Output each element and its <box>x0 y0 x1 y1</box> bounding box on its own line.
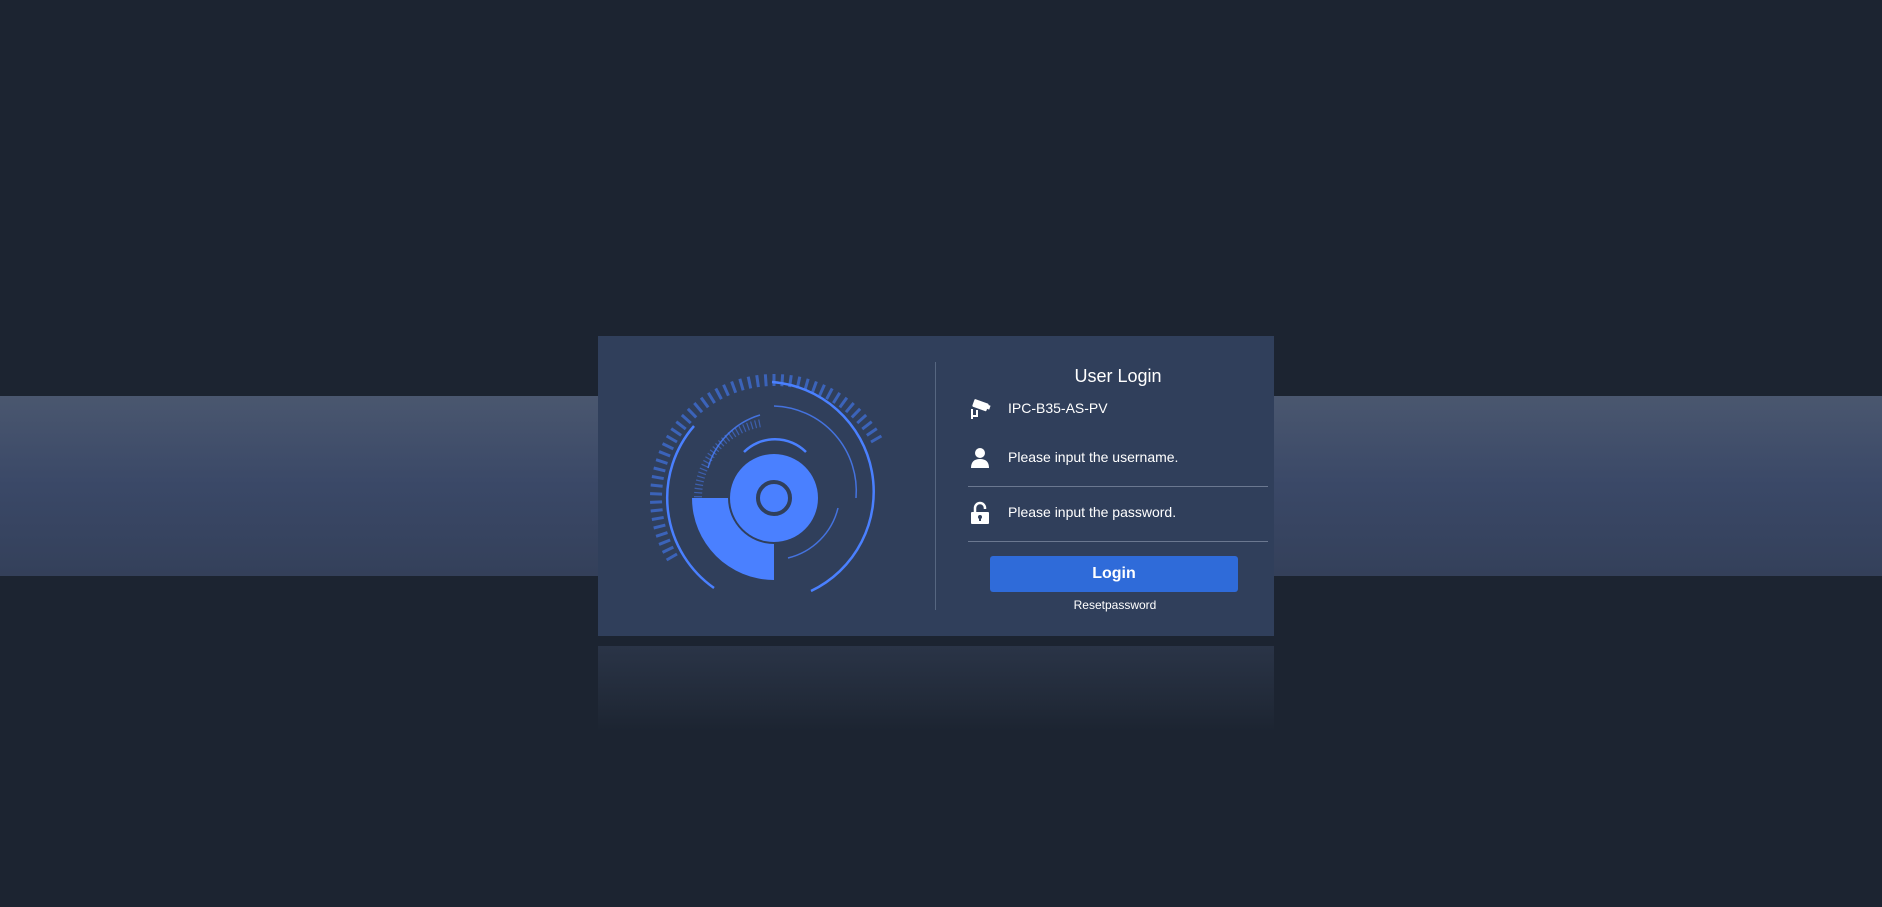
device-row: IPC-B35-AS-PV <box>968 389 1268 429</box>
dial-tick <box>870 434 883 444</box>
dial-tick <box>680 413 692 425</box>
dial-tick <box>661 442 674 451</box>
dial-tick <box>651 474 664 481</box>
dial-tick <box>714 387 723 400</box>
dial-tick <box>722 384 730 397</box>
dial-tick <box>694 491 703 494</box>
device-name: IPC-B35-AS-PV <box>1008 400 1108 416</box>
dial-tick <box>655 531 668 538</box>
dial-tick <box>730 380 738 394</box>
dial-tick <box>650 483 663 488</box>
dial-tick <box>695 483 704 487</box>
center-disc <box>730 454 818 542</box>
username-underline <box>968 486 1268 487</box>
lock-icon <box>971 501 989 524</box>
dial-tick <box>738 378 745 391</box>
brand-logo-icon <box>650 374 883 593</box>
dial-tick <box>696 475 705 479</box>
user-icon <box>971 448 989 468</box>
login-title: User Login <box>1074 366 1162 386</box>
dial-tick <box>686 407 698 419</box>
dial-tick <box>734 427 740 436</box>
vertical-divider <box>935 362 936 610</box>
dial-tick <box>699 396 710 409</box>
password-underline <box>968 541 1268 542</box>
dial-tick <box>665 552 678 562</box>
password-input[interactable]: Please input the password. <box>1008 504 1176 520</box>
inner-arc-top <box>743 438 807 453</box>
reset-password-link[interactable]: Resetpassword <box>990 598 1240 612</box>
dial-tick <box>665 434 678 444</box>
dial-tick <box>750 421 754 430</box>
dial-tick <box>658 450 671 458</box>
dial-tick <box>746 376 753 389</box>
dial-tick <box>653 523 666 530</box>
login-button[interactable]: Login <box>990 556 1238 592</box>
dial-tick <box>695 479 704 483</box>
dial-tick <box>661 545 674 554</box>
dial-tick <box>763 374 768 387</box>
login-form: User Login IPC-B35-AS-PV Please input th… <box>968 336 1268 636</box>
dial-tick <box>699 467 708 472</box>
dial-tick <box>754 420 758 429</box>
dial-tick <box>810 380 818 394</box>
dial-tick <box>675 420 687 431</box>
dial-tick <box>658 538 671 546</box>
login-card: User Login IPC-B35-AS-PV Please input th… <box>598 336 1274 636</box>
dial-tick <box>698 471 707 476</box>
dial-tick <box>653 466 666 473</box>
dial-tick <box>758 419 761 428</box>
dial-tick <box>738 425 743 434</box>
dial-tick <box>694 487 703 490</box>
dial-tick <box>655 458 668 465</box>
dial-tick <box>825 387 834 400</box>
dial-tick <box>866 427 878 437</box>
dial-tick <box>742 424 747 432</box>
dial-tick <box>731 429 737 438</box>
dial-tick <box>755 374 760 388</box>
dial-tick <box>838 396 849 409</box>
dial-tick <box>818 384 826 397</box>
username-field[interactable]: Please input the username. <box>968 438 1268 478</box>
dial-tick <box>670 427 682 437</box>
dial-tick <box>651 515 664 522</box>
dial-tick <box>861 420 873 431</box>
dial-tick <box>832 392 841 404</box>
dial-tick <box>844 402 855 414</box>
dial-tick <box>693 402 704 414</box>
dial-tick <box>850 407 862 419</box>
dial-tick <box>650 508 663 513</box>
password-field[interactable]: Please input the password. <box>968 493 1268 533</box>
dial-tick <box>707 392 716 404</box>
dial-tick <box>746 422 750 431</box>
card-reflection <box>598 646 1274 732</box>
camera-icon <box>971 399 991 419</box>
username-input[interactable]: Please input the username. <box>1008 449 1178 465</box>
dial-tick <box>856 413 868 425</box>
